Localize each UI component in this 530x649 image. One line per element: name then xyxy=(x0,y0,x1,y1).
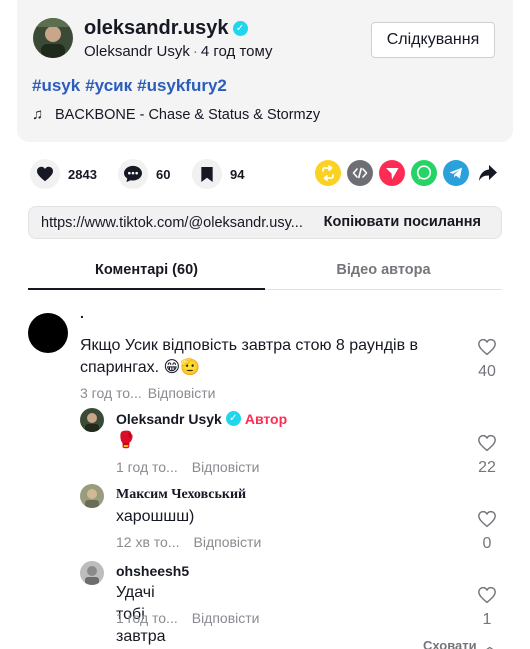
commenter-name[interactable]: . xyxy=(80,305,84,321)
active-tab-indicator xyxy=(28,288,265,290)
chevron-up-icon: ︿ xyxy=(484,641,496,649)
comment-meta: 12 хв то... Відповісти xyxy=(116,534,261,550)
telegram-icon[interactable] xyxy=(443,160,469,186)
comment-like[interactable]: 22 xyxy=(472,434,502,477)
tab-comments[interactable]: Коментарі (60) xyxy=(28,262,265,278)
tab-author-videos[interactable]: Відео автора xyxy=(265,262,502,278)
comment-like-count: 0 xyxy=(482,535,492,552)
share-arrow-icon[interactable] xyxy=(475,160,501,186)
reply-button[interactable]: Відповісти xyxy=(194,534,262,550)
author-name-link[interactable]: Oleksandr Usyk xyxy=(116,411,222,427)
commenter-name[interactable]: ohsheesh5 xyxy=(116,563,189,579)
post-time: 4 год тому xyxy=(200,43,273,60)
hide-replies-label: Сховати xyxy=(423,638,477,649)
heart-outline-icon xyxy=(478,586,496,604)
author-subline: Oleksandr Usyk · 4 год тому xyxy=(84,43,272,60)
comment-text: харошшш) xyxy=(116,508,195,525)
music-note-icon: ♫ xyxy=(32,106,44,123)
verified-icon: ✓ xyxy=(225,411,241,426)
author-badge: Автор xyxy=(244,411,288,427)
music-title: BACKBONE - Chase & Status & Stormzy xyxy=(55,107,321,123)
follow-button[interactable]: Слідкування xyxy=(371,22,495,58)
comment-time: 1 год то... xyxy=(116,459,178,475)
hashtag-link[interactable]: #usyk xyxy=(32,76,80,95)
like-count: 2843 xyxy=(68,166,97,182)
reply-button[interactable]: Відповісти xyxy=(192,610,260,626)
copy-link-button[interactable]: Копіювати посилання xyxy=(324,214,481,230)
comment-like-count: 40 xyxy=(478,363,496,380)
send-to-friends-icon[interactable] xyxy=(379,160,405,186)
comment-like[interactable]: 0 xyxy=(472,510,502,553)
commenter-name: Oleksandr Usyk ✓ Автор xyxy=(116,411,287,427)
comment-bubble-icon xyxy=(118,159,148,189)
save-action[interactable]: 94 xyxy=(192,158,244,190)
heart-outline-icon xyxy=(478,338,496,356)
commenter-avatar[interactable] xyxy=(80,561,104,585)
comment-like[interactable]: 1 xyxy=(472,586,502,629)
commenter-avatar[interactable] xyxy=(80,484,104,508)
comment-time: 12 хв то... xyxy=(116,534,180,550)
comment-meta: 3 год то... Відповісти xyxy=(80,385,216,401)
embed-icon[interactable] xyxy=(347,160,373,186)
hashtag-link[interactable]: #усик xyxy=(85,76,132,95)
author-display-name[interactable]: Oleksandr Usyk xyxy=(84,43,190,60)
music-link[interactable]: ♫ BACKBONE - Chase & Status & Stormzy xyxy=(32,106,320,123)
reply-button[interactable]: Відповісти xyxy=(192,459,260,475)
comment-time: 1 год то... xyxy=(116,610,178,626)
commenter-avatar[interactable] xyxy=(80,408,104,432)
copy-link-box: https://www.tiktok.com/@oleksandr.usy...… xyxy=(28,206,502,239)
comment-text: Якщо Усик відповість завтра стою 8 раунд… xyxy=(80,337,419,376)
author-avatar[interactable] xyxy=(33,18,73,58)
commenter-avatar[interactable] xyxy=(28,313,68,353)
hashtag-link[interactable]: #usykfury2 xyxy=(137,76,227,95)
separator-dot: · xyxy=(192,43,198,60)
reply-button[interactable]: Відповісти xyxy=(148,385,216,401)
bookmark-icon xyxy=(192,159,222,189)
username-text: oleksandr.usyk xyxy=(84,17,229,39)
comment-action[interactable]: 60 xyxy=(118,158,170,190)
comment-meta: 1 год то... Відповісти xyxy=(116,459,260,475)
heart-outline-icon xyxy=(478,510,496,528)
comment-like[interactable]: 40 xyxy=(472,338,502,381)
hashtags: #usyk #усик #usykfury2 xyxy=(32,76,232,96)
hide-replies-button[interactable]: Сховати ︿ xyxy=(423,638,495,649)
comment-text: 🥊 xyxy=(116,432,136,449)
post-info-card: oleksandr.usyk ✓ Oleksandr Usyk · 4 год том… xyxy=(17,0,513,142)
comment-tabs: Коментарі (60) Відео автора xyxy=(28,252,502,290)
comment-like-count: 1 xyxy=(482,611,492,628)
repost-icon[interactable] xyxy=(315,160,341,186)
comment-count: 60 xyxy=(156,166,171,182)
author-username[interactable]: oleksandr.usyk ✓ xyxy=(84,17,248,40)
like-action[interactable]: 2843 xyxy=(30,158,97,190)
save-count: 94 xyxy=(230,166,245,182)
comment-time: 3 год то... xyxy=(80,385,142,401)
verified-icon: ✓ xyxy=(232,21,248,36)
commenter-name[interactable]: Максим Чеховський xyxy=(116,487,246,503)
video-link-url[interactable]: https://www.tiktok.com/@oleksandr.usy... xyxy=(41,215,323,231)
heart-icon xyxy=(30,159,60,189)
comment-like-count: 22 xyxy=(478,459,496,476)
comment-meta: 1 год то... Відповісти xyxy=(116,610,260,626)
whatsapp-icon[interactable] xyxy=(411,160,437,186)
heart-outline-icon xyxy=(478,434,496,452)
